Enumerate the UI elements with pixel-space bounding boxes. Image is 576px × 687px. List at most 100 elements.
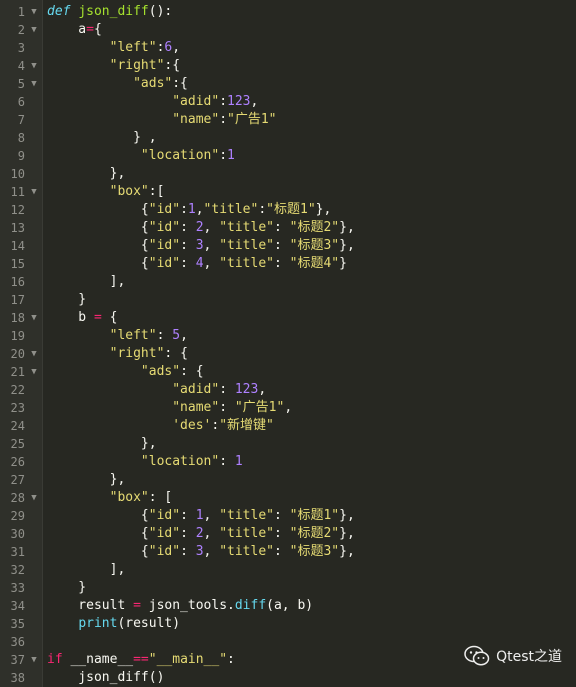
code-token: "标题1" bbox=[266, 202, 316, 217]
code-token: } bbox=[47, 292, 87, 307]
code-line[interactable]: 1 ▼ def json_diff(): bbox=[0, 3, 576, 21]
code-text: "left":6, bbox=[47, 39, 180, 57]
line-number: 27 bbox=[10, 473, 25, 487]
code-line[interactable]: 5 ▼ "ads":{ bbox=[0, 75, 576, 93]
code-line[interactable]: 10 }, bbox=[0, 165, 576, 183]
code-token: "广告1" bbox=[234, 400, 285, 415]
fold-arrow-icon[interactable]: ▼ bbox=[29, 489, 39, 507]
code-token: { bbox=[47, 544, 149, 559]
code-token: : bbox=[219, 454, 235, 469]
line-number: 14 bbox=[10, 239, 25, 253]
code-token: : bbox=[274, 256, 290, 271]
line-number: 26 bbox=[10, 455, 25, 469]
code-line[interactable]: 13 {"id": 2, "title": "标题2"}, bbox=[0, 219, 576, 237]
code-line[interactable]: 32 ], bbox=[0, 561, 576, 579]
code-line[interactable]: 27 }, bbox=[0, 471, 576, 489]
code-line[interactable]: 9 "location":1 bbox=[0, 147, 576, 165]
code-line[interactable]: 34 result = json_tools.diff(a, b) bbox=[0, 597, 576, 615]
fold-arrow-icon[interactable]: ▼ bbox=[29, 21, 39, 39]
code-line[interactable]: 2 ▼ a={ bbox=[0, 21, 576, 39]
code-line[interactable]: 7 "name":"广告1" bbox=[0, 111, 576, 129]
code-token: = bbox=[86, 22, 94, 37]
code-line[interactable]: 15 {"id": 4, "title": "标题4"} bbox=[0, 255, 576, 273]
code-token: }, bbox=[47, 472, 126, 487]
code-token: 123 bbox=[227, 94, 251, 109]
fold-arrow-icon[interactable]: ▼ bbox=[29, 75, 39, 93]
code-line[interactable]: 25 }, bbox=[0, 435, 576, 453]
line-number: 31 bbox=[10, 545, 25, 559]
code-token: 5 bbox=[172, 328, 181, 343]
code-line[interactable]: 18 ▼ b = { bbox=[0, 309, 576, 327]
code-token: { bbox=[47, 256, 149, 271]
code-line[interactable]: 29 {"id": 1, "title": "标题1"}, bbox=[0, 507, 576, 525]
code-token: { bbox=[93, 22, 102, 37]
code-line[interactable]: 23 "name": "广告1", bbox=[0, 399, 576, 417]
code-token: __name__ bbox=[62, 652, 134, 667]
code-token: (result) bbox=[117, 616, 181, 631]
line-number: 7 bbox=[17, 113, 25, 127]
line-number: 23 bbox=[10, 401, 25, 415]
code-token: b bbox=[47, 310, 94, 325]
code-line[interactable]: 19 "left": 5, bbox=[0, 327, 576, 345]
fold-arrow-icon[interactable]: ▼ bbox=[29, 363, 39, 381]
code-text: } bbox=[47, 291, 86, 309]
code-line[interactable]: 35 print(result) bbox=[0, 615, 576, 633]
fold-arrow-icon[interactable]: ▼ bbox=[29, 345, 39, 363]
fold-arrow-icon[interactable]: ▼ bbox=[29, 3, 39, 21]
code-line[interactable]: 8 } , bbox=[0, 129, 576, 147]
code-line[interactable]: 17 } bbox=[0, 291, 576, 309]
line-number: 30 bbox=[10, 527, 25, 541]
line-number: 1 bbox=[17, 5, 25, 19]
fold-arrow-icon[interactable]: ▼ bbox=[29, 309, 39, 327]
code-line[interactable]: 16 ], bbox=[0, 273, 576, 291]
code-token: } , bbox=[47, 130, 157, 145]
code-line[interactable]: 38 json_diff() bbox=[0, 669, 576, 687]
code-line[interactable]: 26 "location": 1 bbox=[0, 453, 576, 471]
code-line[interactable]: 22 "adid": 123, bbox=[0, 381, 576, 399]
code-token: "标题1" bbox=[289, 508, 340, 523]
code-editor[interactable]: 1 ▼ def json_diff(): 2 ▼ a={3 "left":6, 4 ▼ "r… bbox=[0, 0, 576, 687]
code-line[interactable]: 14 {"id": 3, "title": "标题3"}, bbox=[0, 237, 576, 255]
code-token: :{ bbox=[164, 58, 181, 73]
fold-arrow-icon[interactable]: ▼ bbox=[29, 57, 39, 75]
code-text: {"id": 1, "title": "标题1"}, bbox=[47, 507, 355, 525]
code-text: {"id":1,"title":"标题1"}, bbox=[47, 201, 331, 219]
watermark-text: Qtest之道 bbox=[496, 649, 562, 665]
code-line[interactable]: 4 ▼ "right":{ bbox=[0, 57, 576, 75]
code-token: , bbox=[180, 328, 188, 343]
code-text: if __name__=="__main__": bbox=[47, 651, 235, 669]
code-line[interactable]: 31 {"id": 3, "title": "标题3"}, bbox=[0, 543, 576, 561]
code-token: : bbox=[156, 328, 173, 343]
code-text: "ads":{ bbox=[47, 75, 188, 93]
code-line[interactable]: 33 } bbox=[0, 579, 576, 597]
code-token: }, bbox=[47, 436, 157, 451]
fold-arrow-icon[interactable]: ▼ bbox=[29, 651, 39, 669]
code-line[interactable]: 11 ▼ "box":[ bbox=[0, 183, 576, 201]
code-line[interactable]: 24 'des':"新增键" bbox=[0, 417, 576, 435]
code-line[interactable]: 12 {"id":1,"title":"标题1"}, bbox=[0, 201, 576, 219]
code-line[interactable]: 3 "left":6, bbox=[0, 39, 576, 57]
code-token: "id" bbox=[148, 202, 181, 217]
fold-arrow-icon[interactable]: ▼ bbox=[29, 183, 39, 201]
code-line[interactable]: 6 "adid":123, bbox=[0, 93, 576, 111]
line-number: 15 bbox=[10, 257, 25, 271]
code-token: : bbox=[219, 148, 228, 163]
code-line[interactable]: 30 {"id": 2, "title": "标题2"}, bbox=[0, 525, 576, 543]
code-token: }, bbox=[339, 238, 355, 253]
code-line[interactable]: 21 ▼ "ads": { bbox=[0, 363, 576, 381]
code-token: }, bbox=[47, 166, 126, 181]
code-token: : bbox=[219, 382, 235, 397]
code-line[interactable]: 20 ▼ "right": { bbox=[0, 345, 576, 363]
code-text: "ads": { bbox=[47, 363, 204, 381]
code-line[interactable]: 28 ▼ "box": [ bbox=[0, 489, 576, 507]
code-text: "box":[ bbox=[47, 183, 165, 201]
code-text: a={ bbox=[47, 21, 102, 39]
code-token: { bbox=[47, 202, 149, 217]
code-token: : { bbox=[164, 346, 188, 361]
